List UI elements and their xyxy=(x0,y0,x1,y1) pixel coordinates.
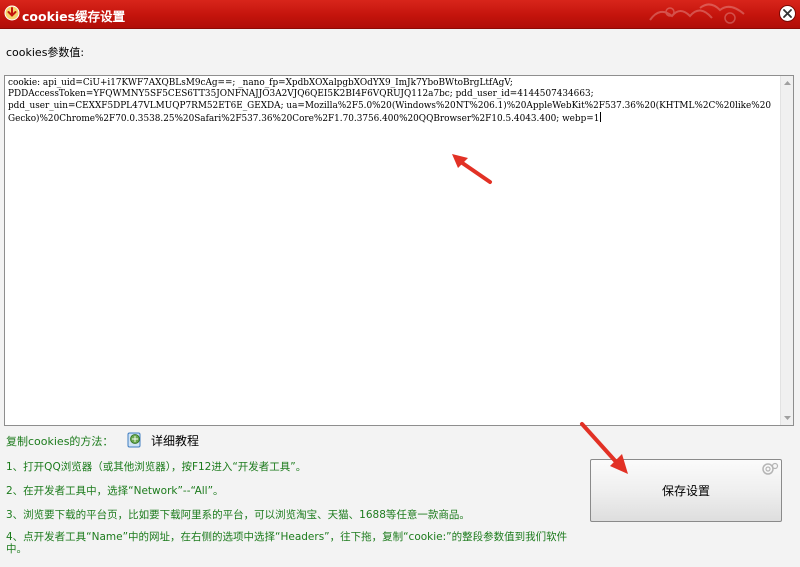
cookie-param-label: cookies参数值: xyxy=(6,46,85,59)
instruction-step-3: 3、浏览要下载的平台页，比如要下载阿里系的平台，可以浏览淘宝、天猫、1688等任… xyxy=(6,509,470,521)
tutorial-book-icon[interactable] xyxy=(126,431,143,448)
instruction-step-1: 1、打开QQ浏览器（或其他浏览器），按F12进入“开发者工具”。 xyxy=(6,461,307,473)
cookie-text: cookie: api_uid=CiU+i17KWF7AXQBLsM9cAg==… xyxy=(8,78,772,125)
scroll-down-arrow-icon[interactable] xyxy=(783,414,792,422)
cloud-pattern-decoration xyxy=(649,3,745,24)
text-caret xyxy=(600,112,602,123)
window-title: cookies缓存设置 xyxy=(22,9,126,24)
cookie-text-content[interactable]: cookie: api_uid=CiU+i17KWF7AXQBLsM9cAg==… xyxy=(5,76,781,425)
instruction-step-2: 2、在开发者工具中，选择“Network”--“All”。 xyxy=(6,485,224,497)
instruction-step-4: 4、点开发者工具“Name”中的网址，在右侧的选项中选择“Headers”，往下… xyxy=(6,531,568,555)
detailed-tutorial-link[interactable]: 详细教程 xyxy=(151,432,199,449)
close-icon xyxy=(783,9,792,18)
save-settings-label: 保存设置 xyxy=(661,484,710,498)
swirl-decoration-icon xyxy=(762,462,779,475)
scroll-up-arrow-icon[interactable] xyxy=(783,79,792,87)
vertical-scrollbar[interactable] xyxy=(780,76,793,425)
title-bar: cookies缓存设置 xyxy=(0,0,800,29)
instructions-heading: 复制cookies的方法： xyxy=(6,435,114,448)
download-arrow-icon xyxy=(4,5,20,21)
cookie-textarea[interactable]: cookie: api_uid=CiU+i17KWF7AXQBLsM9cAg==… xyxy=(4,75,794,426)
save-settings-button[interactable]: 保存设置 xyxy=(590,459,782,522)
close-button[interactable] xyxy=(779,5,796,22)
